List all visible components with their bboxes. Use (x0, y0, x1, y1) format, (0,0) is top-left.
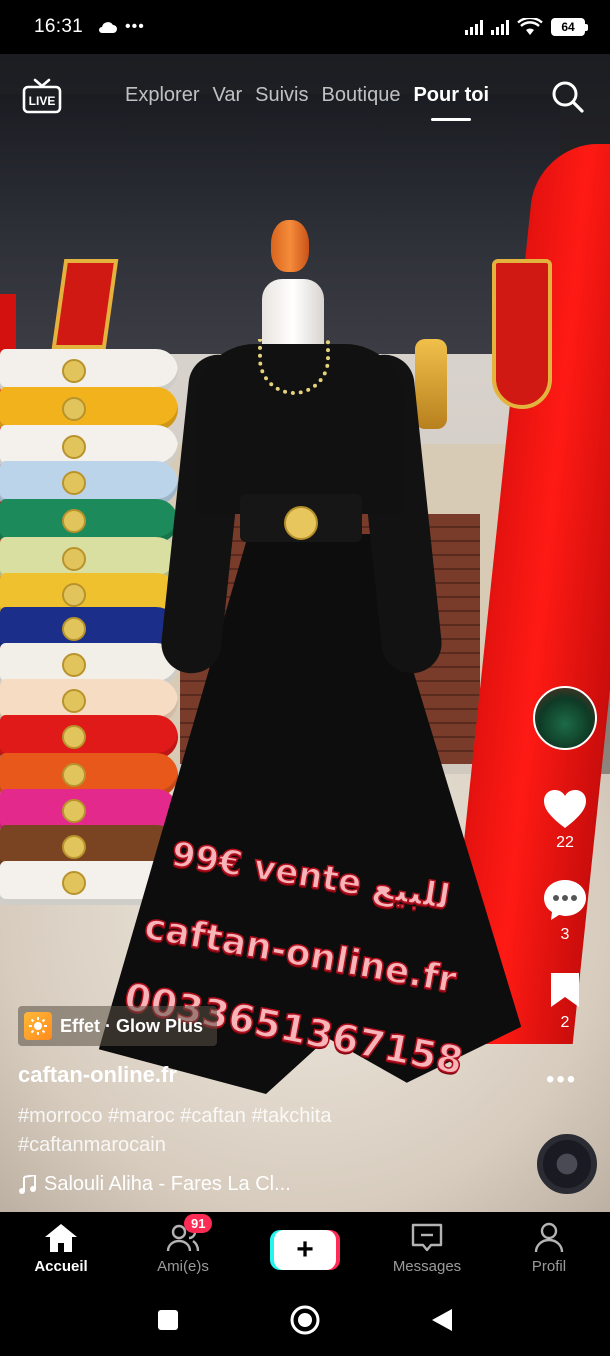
nav-profile-label: Profil (531, 1258, 567, 1275)
music-disc[interactable] (537, 1134, 597, 1194)
back-icon[interactable] (431, 1308, 453, 1332)
nav-friends[interactable]: 91 Ami(e)s (122, 1212, 244, 1284)
status-time: 16:31 (34, 16, 84, 37)
battery-icon: 64 (551, 18, 588, 36)
live-icon[interactable]: LIVE (22, 78, 62, 114)
nav-home-label: Accueil (34, 1258, 88, 1275)
comment-icon (544, 880, 586, 920)
tab-var[interactable]: Var (212, 84, 242, 107)
tab-boutique[interactable]: Boutique (321, 84, 400, 107)
battery-level: 64 (551, 18, 585, 36)
status-bar: 16:31 ••• 64 (0, 0, 610, 54)
nav-friends-label: Ami(e)s (157, 1258, 209, 1275)
nav-create[interactable]: + (244, 1212, 366, 1284)
signal-icon (465, 19, 483, 35)
search-icon[interactable] (551, 80, 585, 114)
music-info[interactable]: Salouli Aliha - Fares La Cl... (18, 1173, 291, 1196)
notification-dots: ••• (125, 18, 145, 35)
nav-messages-label: Messages (392, 1258, 462, 1275)
bookmark-button[interactable]: 2 (548, 970, 582, 1032)
belt-stack (0, 349, 185, 909)
signal-icon-2 (491, 19, 509, 35)
creator-avatar[interactable] (533, 686, 597, 750)
create-icon: + (279, 1233, 331, 1267)
music-note-icon (19, 1174, 36, 1194)
sun-icon (24, 1012, 52, 1040)
tab-suivis[interactable]: Suivis (255, 84, 308, 107)
author-name[interactable]: caftan-online.fr (18, 1062, 177, 1088)
profile-icon (534, 1222, 564, 1253)
mannequin-knob (271, 220, 309, 272)
wifi-icon (517, 18, 543, 35)
feed-tabs: Explorer Var Suivis Boutique Pour toi (125, 84, 489, 121)
recents-icon[interactable] (157, 1309, 179, 1331)
status-indicators: 64 (465, 18, 588, 36)
like-count: 22 (556, 834, 574, 851)
heart-icon (544, 790, 586, 828)
more-icon[interactable]: ••• (546, 1066, 577, 1094)
top-navigation: LIVE Explorer Var Suivis Boutique Pour t… (0, 54, 610, 144)
effect-chip[interactable]: Effet · Glow Plus (18, 1006, 218, 1046)
friends-badge: 91 (184, 1214, 213, 1233)
like-button[interactable]: 22 (542, 788, 588, 852)
flag-right (492, 259, 552, 409)
bookmark-count: 2 (560, 1014, 570, 1031)
nav-messages[interactable]: Messages (366, 1212, 488, 1284)
home-icon (45, 1224, 77, 1252)
comment-button[interactable]: 3 (542, 878, 588, 944)
cloud-icon (99, 22, 118, 33)
music-title: Salouli Aliha - Fares La Cl... (44, 1173, 291, 1195)
action-rail: 22 3 2 (530, 686, 600, 1032)
bottom-navigation: Accueil 91 Ami(e)s + Messages Profil (0, 1212, 610, 1284)
svg-text:LIVE: LIVE (29, 94, 56, 108)
gold-lantern (415, 339, 447, 429)
effect-label: Effet · Glow Plus (60, 1015, 204, 1036)
nav-home[interactable]: Accueil (0, 1212, 122, 1284)
tab-explorer[interactable]: Explorer (125, 84, 199, 107)
caption-line[interactable]: #caftanmarocain (18, 1131, 438, 1160)
nav-profile[interactable]: Profil (488, 1212, 610, 1284)
comment-count: 3 (560, 926, 570, 943)
bookmark-icon (551, 973, 579, 1007)
caption-line[interactable]: #morroco #maroc #caftan #takchita (18, 1102, 438, 1131)
belt-buckle (284, 506, 318, 540)
home-circle-icon[interactable] (289, 1304, 321, 1336)
create-button[interactable]: + (274, 1230, 336, 1270)
caption: #morroco #maroc #caftan #takchita #cafta… (18, 1102, 438, 1160)
system-navigation (0, 1284, 610, 1356)
tab-pour-toi[interactable]: Pour toi (413, 84, 489, 121)
messages-icon (411, 1223, 443, 1252)
